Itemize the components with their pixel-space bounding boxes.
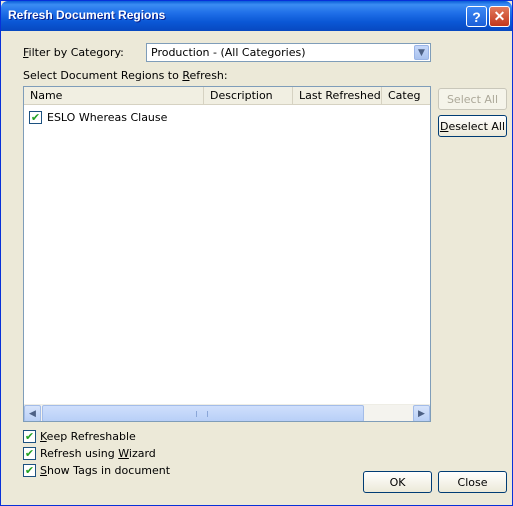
select-regions-label: Select Document Regions to Refresh: <box>23 69 228 82</box>
title-bar[interactable]: Refresh Document Regions ? ✕ <box>1 1 512 31</box>
column-header-name[interactable]: Name <box>24 87 204 105</box>
close-button[interactable]: Close <box>438 471 507 493</box>
list-header: Name Description Last Refreshed Categ <box>24 87 430 105</box>
show-tags-option[interactable]: ✔ Show Tags in document <box>23 464 170 477</box>
list-item[interactable]: ✔ ESLO Whereas Clause <box>29 109 167 125</box>
help-button[interactable]: ? <box>466 6 487 27</box>
refresh-using-wizard-option[interactable]: ✔ Refresh using Wizard <box>23 447 156 460</box>
select-all-button[interactable]: Select All <box>438 88 507 110</box>
ok-button[interactable]: OK <box>363 471 432 493</box>
deselect-all-button[interactable]: Deselect All <box>438 115 507 137</box>
chevron-down-icon[interactable]: ▼ <box>414 45 429 60</box>
scrollbar-thumb[interactable] <box>42 405 364 421</box>
show-tags-checkbox[interactable]: ✔ <box>23 464 36 477</box>
column-header-last-refreshed[interactable]: Last Refreshed <box>293 87 382 105</box>
column-header-category[interactable]: Categ <box>382 87 430 105</box>
refresh-document-regions-dialog: Refresh Document Regions ? ✕ Filter by C… <box>0 0 513 506</box>
keep-refreshable-option[interactable]: ✔ Keep Refreshable <box>23 430 136 443</box>
grip-icon <box>196 411 208 417</box>
keep-refreshable-label: Keep Refreshable <box>40 430 136 443</box>
keep-refreshable-checkbox[interactable]: ✔ <box>23 430 36 443</box>
column-header-description[interactable]: Description <box>204 87 293 105</box>
category-dropdown-value: Production - (All Categories) <box>151 46 306 59</box>
show-tags-label: Show Tags in document <box>40 464 171 477</box>
scroll-right-icon[interactable]: ▶ <box>413 405 430 421</box>
dialog-title: Refresh Document Regions <box>8 8 166 22</box>
refresh-using-wizard-label: Refresh using Wizard <box>40 447 156 460</box>
regions-list[interactable]: Name Description Last Refreshed Categ ✔ … <box>23 86 431 422</box>
refresh-using-wizard-checkbox[interactable]: ✔ <box>23 447 36 460</box>
row-checkbox[interactable]: ✔ <box>29 110 42 124</box>
category-dropdown[interactable]: Production - (All Categories) ▼ <box>146 43 431 62</box>
filter-by-category-label: Filter by Category: <box>23 46 124 59</box>
close-window-button[interactable]: ✕ <box>489 6 510 27</box>
horizontal-scrollbar[interactable]: ◀ ▶ <box>24 404 430 421</box>
scroll-left-icon[interactable]: ◀ <box>24 405 41 421</box>
row-name: ESLO Whereas Clause <box>47 110 168 124</box>
